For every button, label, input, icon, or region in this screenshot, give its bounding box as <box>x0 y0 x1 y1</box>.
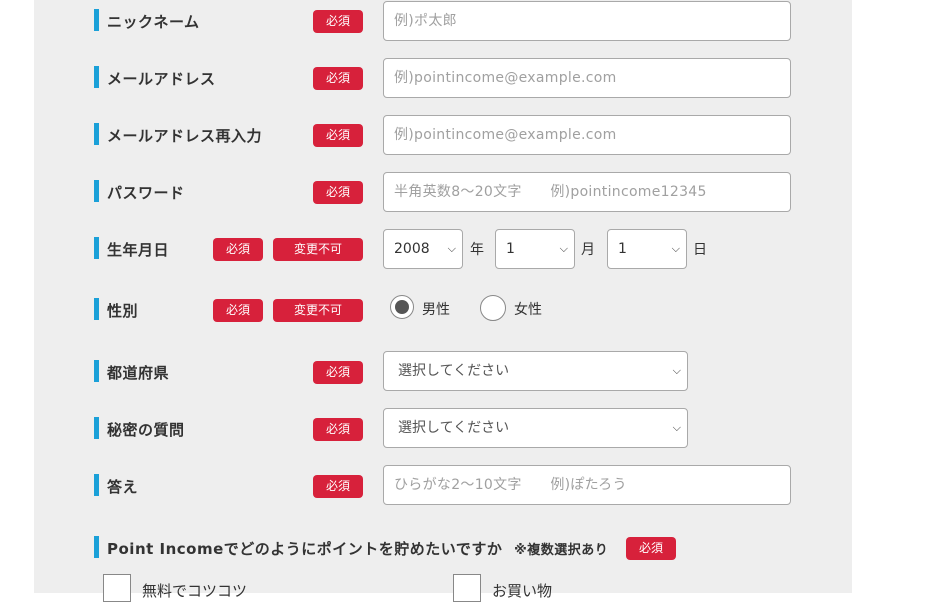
secret-question-label: 秘密の質問 <box>107 421 185 439</box>
birth-month-select[interactable]: 1 ⌵ <box>495 229 575 269</box>
section-marker <box>94 180 99 202</box>
required-badge: 必須 <box>313 475 363 498</box>
birth-day-select[interactable]: 1 ⌵ <box>607 229 687 269</box>
prefecture-label: 都道府県 <box>107 364 170 382</box>
chevron-down-icon: ⌵ <box>671 242 680 255</box>
section-marker <box>94 474 99 496</box>
gender-female-radio[interactable] <box>480 295 506 321</box>
birth-year-select[interactable]: 2008 ⌵ <box>383 229 463 269</box>
required-badge: 必須 <box>313 10 363 33</box>
birthday-label: 生年月日 <box>107 241 170 259</box>
required-badge: 必須 <box>313 361 363 384</box>
birth-year-value: 2008 <box>394 241 430 257</box>
gender-female-label[interactable]: 女性 <box>514 299 542 319</box>
password-input[interactable] <box>383 172 791 212</box>
multiple-choice-note: ※複数選択あり <box>514 543 609 558</box>
unchangeable-badge: 変更不可 <box>273 299 363 322</box>
required-badge: 必須 <box>626 537 676 560</box>
day-unit: 日 <box>693 242 707 258</box>
email-input[interactable] <box>383 58 791 98</box>
required-badge: 必須 <box>213 238 263 261</box>
registration-form: ニックネーム 必須 メールアドレス 必須 メールアドレス再入力 必須 パスワード… <box>34 0 852 602</box>
birth-month-value: 1 <box>506 241 515 257</box>
prefecture-value: 選択してください <box>398 363 510 379</box>
survey-option-label[interactable]: 無料でコツコツ <box>142 580 247 601</box>
section-marker <box>94 237 99 259</box>
year-unit: 年 <box>470 242 484 258</box>
nickname-label: ニックネーム <box>107 13 200 31</box>
section-marker <box>94 360 99 382</box>
nickname-input[interactable] <box>383 1 791 41</box>
secret-question-value: 選択してください <box>398 420 510 436</box>
gender-male-radio[interactable] <box>390 295 414 319</box>
section-marker <box>94 298 99 320</box>
secret-question-select[interactable]: 選択してください ⌵ <box>383 408 688 448</box>
section-marker <box>94 66 99 88</box>
email-label: メールアドレス <box>107 70 216 88</box>
survey-question: Point Incomeでどのようにポイントを貯めたいですか ※複数選択あり <box>107 538 608 559</box>
gender-label: 性別 <box>107 302 139 320</box>
email-confirm-label: メールアドレス再入力 <box>107 127 263 145</box>
chevron-down-icon: ⌵ <box>672 421 681 434</box>
required-badge: 必須 <box>313 418 363 441</box>
section-marker <box>94 417 99 439</box>
section-marker <box>94 9 99 31</box>
section-marker <box>94 536 99 558</box>
required-badge: 必須 <box>313 124 363 147</box>
chevron-down-icon: ⌵ <box>447 242 456 255</box>
answer-input[interactable] <box>383 465 791 505</box>
survey-option-label[interactable]: お買い物 <box>492 580 552 601</box>
birth-day-value: 1 <box>618 241 627 257</box>
survey-option-checkbox[interactable] <box>103 574 131 602</box>
email-confirm-input[interactable] <box>383 115 791 155</box>
chevron-down-icon: ⌵ <box>559 242 568 255</box>
answer-label: 答え <box>107 478 139 496</box>
required-badge: 必須 <box>313 67 363 90</box>
survey-option-checkbox[interactable] <box>453 574 481 602</box>
required-badge: 必須 <box>213 299 263 322</box>
required-badge: 必須 <box>313 181 363 204</box>
prefecture-select[interactable]: 選択してください ⌵ <box>383 351 688 391</box>
chevron-down-icon: ⌵ <box>672 364 681 377</box>
month-unit: 月 <box>581 242 595 258</box>
survey-question-text: Point Incomeでどのようにポイントを貯めたいですか <box>107 540 503 558</box>
password-label: パスワード <box>107 184 185 202</box>
gender-male-label[interactable]: 男性 <box>422 299 450 319</box>
unchangeable-badge: 変更不可 <box>273 238 363 261</box>
section-marker <box>94 123 99 145</box>
